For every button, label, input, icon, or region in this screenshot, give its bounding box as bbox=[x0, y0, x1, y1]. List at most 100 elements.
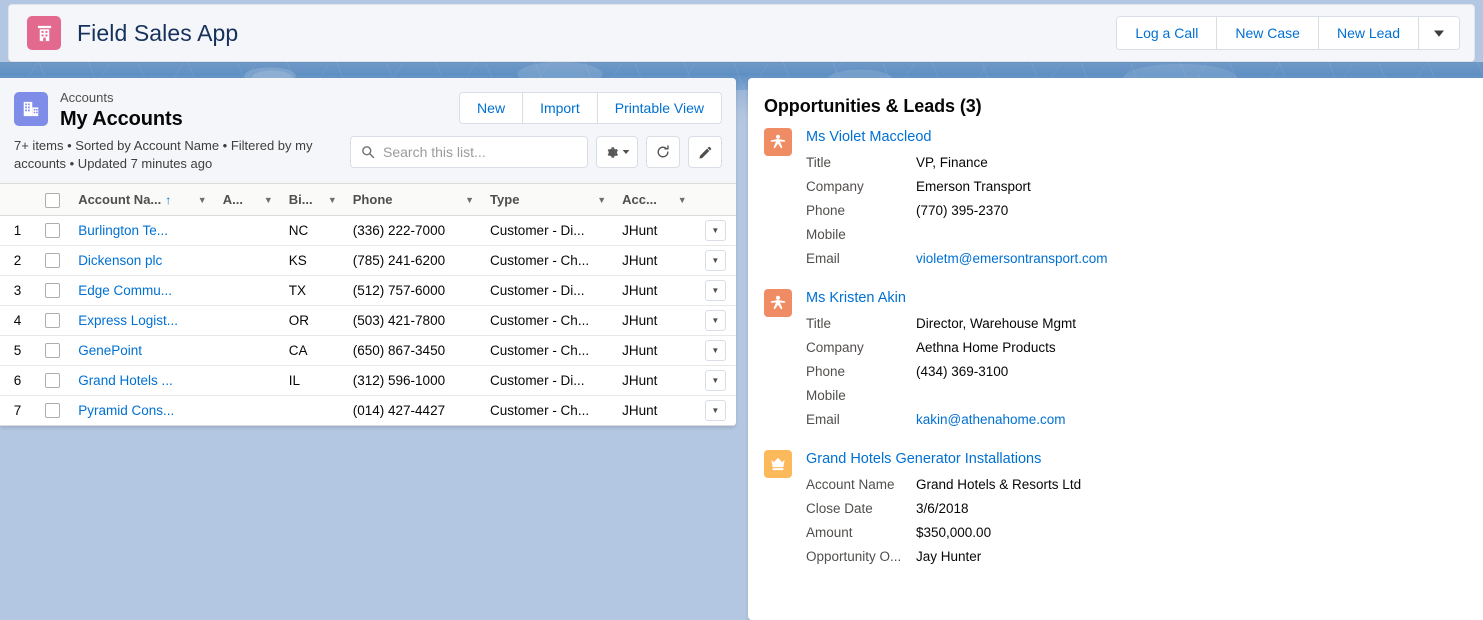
row-actions-button[interactable]: ▼ bbox=[704, 340, 726, 361]
detail-field-value: Jay Hunter bbox=[916, 548, 982, 564]
record-name-link[interactable]: Ms Kristen Akin bbox=[806, 288, 906, 308]
row-checkbox[interactable] bbox=[45, 403, 61, 419]
record-name-link[interactable]: Grand Hotels Generator Installations bbox=[806, 449, 1041, 469]
page-title: My Accounts bbox=[60, 108, 183, 130]
detail-field-value[interactable]: kakin@athenahome.com bbox=[916, 412, 1066, 427]
list-settings-button[interactable] bbox=[596, 136, 638, 168]
row-actions-button[interactable]: ▼ bbox=[704, 400, 726, 421]
search-box[interactable] bbox=[350, 136, 588, 168]
search-input[interactable] bbox=[383, 144, 577, 160]
cell-account-owner: JHunt bbox=[614, 275, 695, 306]
th-a[interactable]: A... ▼ bbox=[214, 183, 281, 216]
chevron-down-icon[interactable]: ▼ bbox=[465, 195, 474, 205]
account-name-link[interactable]: Express Logist... bbox=[78, 313, 178, 328]
detail-field-label: Mobile bbox=[806, 387, 846, 403]
chevron-down-icon[interactable]: ▼ bbox=[678, 195, 687, 205]
row-select-cell[interactable] bbox=[35, 335, 71, 366]
chevron-down-icon[interactable]: ▼ bbox=[328, 195, 337, 205]
account-name-link[interactable]: Dickenson plc bbox=[78, 253, 162, 268]
row-actions-button[interactable]: ▼ bbox=[704, 370, 726, 391]
header-more-actions-button[interactable] bbox=[1419, 17, 1459, 49]
row-actions-button[interactable]: ▼ bbox=[704, 250, 726, 271]
account-name-link[interactable]: GenePoint bbox=[78, 343, 142, 358]
th-account-owner[interactable]: Acc... ▼ bbox=[614, 183, 695, 216]
th-account-name[interactable]: Account Na... ↑ ▼ bbox=[70, 183, 215, 216]
printable-view-button[interactable]: Printable View bbox=[597, 93, 721, 123]
table-row[interactable]: 4 Express Logist... OR (503) 421-7800 Custom… bbox=[0, 305, 736, 336]
row-select-cell[interactable] bbox=[35, 215, 71, 246]
th-phone[interactable]: Phone ▼ bbox=[344, 183, 483, 216]
row-checkbox[interactable] bbox=[45, 313, 61, 329]
row-checkbox[interactable] bbox=[45, 343, 61, 359]
cell-account-name[interactable]: Edge Commu... bbox=[70, 275, 215, 306]
cell-account-owner: JHunt bbox=[614, 215, 695, 246]
record-name-link[interactable]: Ms Violet Maccleod bbox=[806, 127, 931, 147]
detail-field: Title VP, Finance bbox=[806, 150, 1461, 174]
log-a-call-button[interactable]: Log a Call bbox=[1117, 17, 1218, 49]
table-row[interactable]: 5 GenePoint CA (650) 867-3450 Customer - Ch.… bbox=[0, 335, 736, 366]
detail-field: Mobile bbox=[806, 383, 1461, 407]
row-checkbox[interactable] bbox=[45, 283, 61, 299]
cell-account-name[interactable]: Pyramid Cons... bbox=[70, 395, 215, 426]
detail-field-value[interactable]: violetm@emersontransport.com bbox=[916, 251, 1108, 266]
cell-account-name[interactable]: Burlington Te... bbox=[70, 215, 215, 246]
cell-phone: (503) 421-7800 bbox=[344, 305, 483, 336]
account-name-link[interactable]: Pyramid Cons... bbox=[78, 403, 174, 418]
cell-a bbox=[214, 275, 281, 306]
row-checkbox[interactable] bbox=[45, 253, 61, 269]
cell-row-actions[interactable]: ▼ bbox=[694, 245, 736, 276]
cell-phone: (512) 757-6000 bbox=[344, 275, 483, 306]
detail-field-value: Emerson Transport bbox=[916, 178, 1031, 194]
import-button[interactable]: Import bbox=[523, 93, 598, 123]
row-select-cell[interactable] bbox=[35, 245, 71, 276]
table-row[interactable]: 2 Dickenson plc KS (785) 241-6200 Customer -… bbox=[0, 245, 736, 276]
table-row[interactable]: 6 Grand Hotels ... IL (312) 596-1000 Custome… bbox=[0, 365, 736, 396]
cell-row-actions[interactable]: ▼ bbox=[694, 215, 736, 246]
cell-billing-state: NC bbox=[280, 215, 345, 246]
chevron-down-icon[interactable]: ▼ bbox=[264, 195, 273, 205]
row-select-cell[interactable] bbox=[35, 395, 71, 426]
th-select-all[interactable] bbox=[35, 183, 71, 216]
new-case-button[interactable]: New Case bbox=[1217, 17, 1319, 49]
cell-account-owner: JHunt bbox=[614, 335, 695, 366]
th-type[interactable]: Type ▼ bbox=[482, 183, 615, 216]
row-checkbox[interactable] bbox=[45, 373, 61, 389]
row-checkbox[interactable] bbox=[45, 223, 61, 239]
edit-list-button[interactable] bbox=[688, 136, 722, 168]
row-select-cell[interactable] bbox=[35, 365, 71, 396]
new-account-button[interactable]: New bbox=[460, 93, 524, 123]
account-name-link[interactable]: Grand Hotels ... bbox=[78, 373, 173, 388]
row-select-cell[interactable] bbox=[35, 305, 71, 336]
cell-row-actions[interactable]: ▼ bbox=[694, 305, 736, 336]
cell-account-name[interactable]: Grand Hotels ... bbox=[70, 365, 215, 396]
select-all-checkbox[interactable] bbox=[45, 192, 61, 208]
detail-field-label: Title bbox=[806, 315, 832, 331]
chevron-down-icon[interactable]: ▼ bbox=[597, 195, 606, 205]
th-a-label: A... bbox=[222, 192, 243, 207]
cell-row-actions[interactable]: ▼ bbox=[694, 275, 736, 306]
cell-row-actions[interactable]: ▼ bbox=[694, 365, 736, 396]
cell-account-name[interactable]: GenePoint bbox=[70, 335, 215, 366]
chevron-down-icon[interactable]: ▼ bbox=[198, 195, 207, 205]
cell-row-actions[interactable]: ▼ bbox=[694, 335, 736, 366]
row-select-cell[interactable] bbox=[35, 275, 71, 306]
th-billing-state[interactable]: Bi... ▼ bbox=[280, 183, 345, 216]
table-row[interactable]: 7 Pyramid Cons... (014) 427-4427 Customer -… bbox=[0, 395, 736, 426]
record-fields: Title VP, Finance Company Emerson Transport… bbox=[806, 150, 1461, 270]
account-name-link[interactable]: Edge Commu... bbox=[78, 283, 172, 298]
row-actions-button[interactable]: ▼ bbox=[704, 280, 726, 301]
detail-field-label: Company bbox=[806, 178, 864, 194]
detail-field-label: Close Date bbox=[806, 500, 873, 516]
cell-row-actions[interactable]: ▼ bbox=[694, 395, 736, 426]
cell-account-name[interactable]: Express Logist... bbox=[70, 305, 215, 336]
refresh-button[interactable] bbox=[646, 136, 680, 168]
cell-type: Customer - Ch... bbox=[482, 335, 615, 366]
cell-account-name[interactable]: Dickenson plc bbox=[70, 245, 215, 276]
row-actions-button[interactable]: ▼ bbox=[704, 310, 726, 331]
row-actions-button[interactable]: ▼ bbox=[704, 220, 726, 241]
pencil-icon bbox=[698, 145, 713, 160]
table-row[interactable]: 3 Edge Commu... TX (512) 757-6000 Customer -… bbox=[0, 275, 736, 306]
account-name-link[interactable]: Burlington Te... bbox=[78, 223, 168, 238]
new-lead-button[interactable]: New Lead bbox=[1318, 17, 1419, 49]
table-row[interactable]: 1 Burlington Te... NC (336) 222-7000 Custome… bbox=[0, 215, 736, 246]
